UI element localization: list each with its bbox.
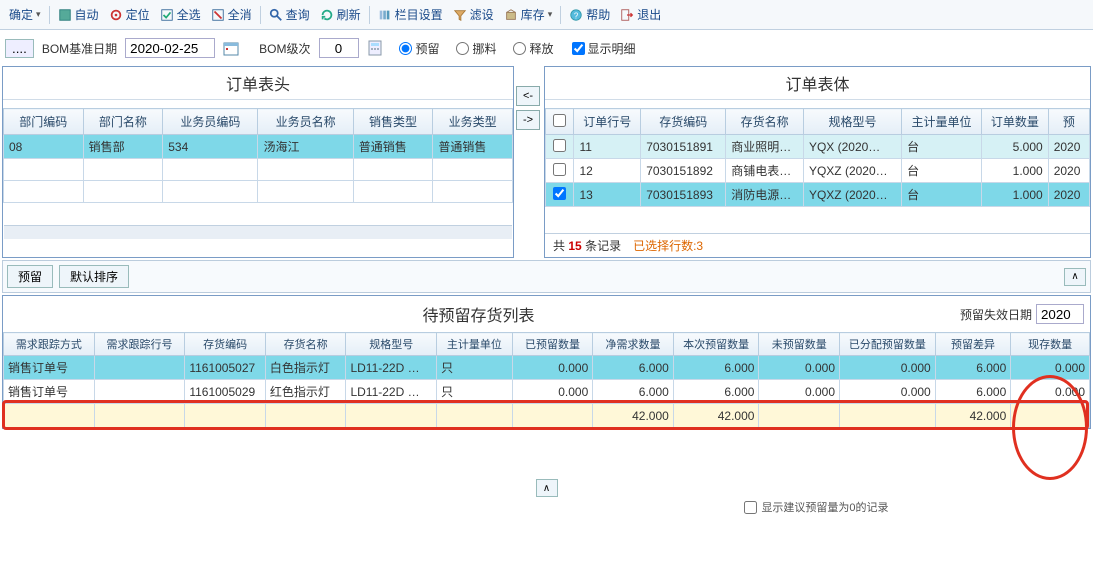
col-header[interactable]: 业务员编码 bbox=[163, 109, 258, 135]
main-toolbar: 确定▾ 自动 定位 全选 全消 查询 刷新 栏目设置 滤设 库存▾ ?帮助 退出 bbox=[0, 0, 1093, 30]
select-all-button[interactable]: 全选 bbox=[156, 4, 205, 25]
show-zero-checkbox[interactable]: 显示建议预留量为0的记录 bbox=[0, 499, 1093, 515]
move-radio[interactable]: 挪料 bbox=[456, 40, 497, 57]
reserve-list-grid[interactable]: 需求跟踪方式需求跟踪行号存货编码存货名称规格型号主计量单位已预留数量净需求数量本… bbox=[3, 332, 1090, 428]
filter-button[interactable]: 滤设 bbox=[449, 4, 498, 25]
col-header[interactable]: 规格型号 bbox=[803, 109, 901, 135]
col-header[interactable]: 业务类型 bbox=[433, 109, 513, 135]
order-header-grid[interactable]: 部门编码部门名称业务员编码业务员名称销售类型业务类型 08销售部534汤海江普通… bbox=[3, 108, 513, 203]
order-body-title: 订单表体 bbox=[545, 67, 1090, 100]
show-detail-checkbox[interactable]: 显示明细 bbox=[572, 40, 636, 57]
action-bar: 预留 默认排序 ∧ bbox=[2, 260, 1091, 293]
stock-button[interactable]: 库存▾ bbox=[500, 4, 557, 25]
col-header[interactable]: 需求跟踪行号 bbox=[94, 333, 185, 356]
col-header[interactable]: 存货名称 bbox=[265, 333, 346, 356]
release-radio[interactable]: 释放 bbox=[513, 40, 554, 57]
col-header[interactable]: 存货名称 bbox=[726, 109, 804, 135]
reserve-button[interactable]: 预留 bbox=[7, 265, 53, 288]
scrollbar[interactable] bbox=[4, 225, 512, 239]
table-row[interactable]: 127030151892商铺电表…YQXZ (2020…台1.0002020 bbox=[546, 159, 1090, 183]
expire-date-label: 预留失效日期 bbox=[960, 306, 1032, 323]
bom-level-input[interactable] bbox=[319, 38, 359, 58]
help-button[interactable]: ?帮助 bbox=[565, 4, 614, 25]
col-header[interactable]: 净需求数量 bbox=[593, 333, 674, 356]
col-header[interactable]: 部门编码 bbox=[4, 109, 84, 135]
col-header[interactable]: 主计量单位 bbox=[902, 109, 982, 135]
col-header[interactable]: 主计量单位 bbox=[437, 333, 513, 356]
svg-text:?: ? bbox=[574, 11, 579, 20]
order-header-title: 订单表头 bbox=[3, 67, 513, 100]
list-title: 待预留存货列表 bbox=[3, 296, 954, 332]
calculator-icon[interactable] bbox=[367, 40, 383, 56]
col-header[interactable]: 部门名称 bbox=[83, 109, 163, 135]
col-header[interactable]: 需求跟踪方式 bbox=[4, 333, 95, 356]
calendar-icon[interactable] bbox=[223, 40, 239, 56]
col-header[interactable]: 销售类型 bbox=[353, 109, 433, 135]
summary-row: 42.00042.00042.000 bbox=[4, 404, 1090, 428]
record-status-bar: 共 15 条记录 已选择行数:3 bbox=[545, 233, 1090, 257]
default-sort-button[interactable]: 默认排序 bbox=[59, 265, 129, 288]
table-row[interactable]: 117030151891商业照明…YQX (2020…台5.0002020 bbox=[546, 135, 1090, 159]
bom-date-label: BOM基准日期 bbox=[42, 40, 117, 57]
col-header[interactable]: 已预留数量 bbox=[512, 333, 593, 356]
confirm-button[interactable]: 确定▾ bbox=[5, 4, 45, 25]
selected-rows-label: 已选择行数:3 bbox=[633, 237, 703, 254]
move-right-button[interactable]: -> bbox=[516, 110, 540, 130]
collapse-button[interactable]: ∧ bbox=[1064, 268, 1086, 286]
order-body-grid[interactable]: 订单行号存货编码存货名称规格型号主计量单位订单数量预 117030151891商… bbox=[545, 108, 1090, 207]
auto-button[interactable]: 自动 bbox=[54, 4, 103, 25]
column-settings-button[interactable]: 栏目设置 bbox=[374, 4, 447, 25]
expire-date-input[interactable] bbox=[1036, 304, 1084, 324]
col-header[interactable]: 业务员名称 bbox=[258, 109, 353, 135]
table-row[interactable]: 08销售部534汤海江普通销售普通销售 bbox=[4, 135, 513, 159]
query-button[interactable]: 查询 bbox=[265, 4, 314, 25]
browse-button[interactable]: .... bbox=[5, 39, 34, 58]
parameter-bar: .... BOM基准日期 BOM级次 预留 挪料 释放 显示明细 bbox=[0, 30, 1093, 66]
col-header[interactable]: 存货编码 bbox=[185, 333, 266, 356]
bom-level-label: BOM级次 bbox=[259, 40, 310, 57]
collapse-bottom-button[interactable]: ∧ bbox=[536, 479, 558, 497]
reserve-radio[interactable]: 预留 bbox=[399, 40, 440, 57]
order-header-panel: 订单表头 部门编码部门名称业务员编码业务员名称销售类型业务类型 08销售部534… bbox=[2, 66, 514, 258]
col-header[interactable]: 订单行号 bbox=[574, 109, 641, 135]
table-row[interactable]: 销售订单号1161005029红色指示灯LD11-22D …只0.0006.00… bbox=[4, 380, 1090, 404]
refresh-button[interactable]: 刷新 bbox=[316, 4, 365, 25]
col-header[interactable]: 预留差异 bbox=[935, 333, 1011, 356]
col-header[interactable]: 未预留数量 bbox=[759, 333, 840, 356]
col-header[interactable]: 预 bbox=[1048, 109, 1089, 135]
col-header[interactable]: 已分配预留数量 bbox=[840, 333, 936, 356]
col-header[interactable]: 现存数量 bbox=[1011, 333, 1090, 356]
table-row[interactable]: 137030151893消防电源…YQXZ (2020…台1.0002020 bbox=[546, 183, 1090, 207]
table-row[interactable]: 销售订单号1161005027白色指示灯LD11-22D …只0.0006.00… bbox=[4, 356, 1090, 380]
pending-reserve-list: 待预留存货列表 预留失效日期 需求跟踪方式需求跟踪行号存货编码存货名称规格型号主… bbox=[2, 295, 1091, 429]
col-header[interactable]: 订单数量 bbox=[981, 109, 1048, 135]
col-header[interactable]: 规格型号 bbox=[346, 333, 437, 356]
bom-date-input[interactable] bbox=[125, 38, 215, 58]
order-body-panel: 订单表体 订单行号存货编码存货名称规格型号主计量单位订单数量预 11703015… bbox=[544, 66, 1091, 258]
col-header[interactable]: 本次预留数量 bbox=[673, 333, 759, 356]
col-header[interactable]: 存货编码 bbox=[641, 109, 726, 135]
exit-button[interactable]: 退出 bbox=[616, 4, 665, 25]
locate-button[interactable]: 定位 bbox=[105, 4, 154, 25]
col-header[interactable] bbox=[546, 109, 574, 135]
select-none-button[interactable]: 全消 bbox=[207, 4, 256, 25]
move-left-button[interactable]: <- bbox=[516, 86, 540, 106]
